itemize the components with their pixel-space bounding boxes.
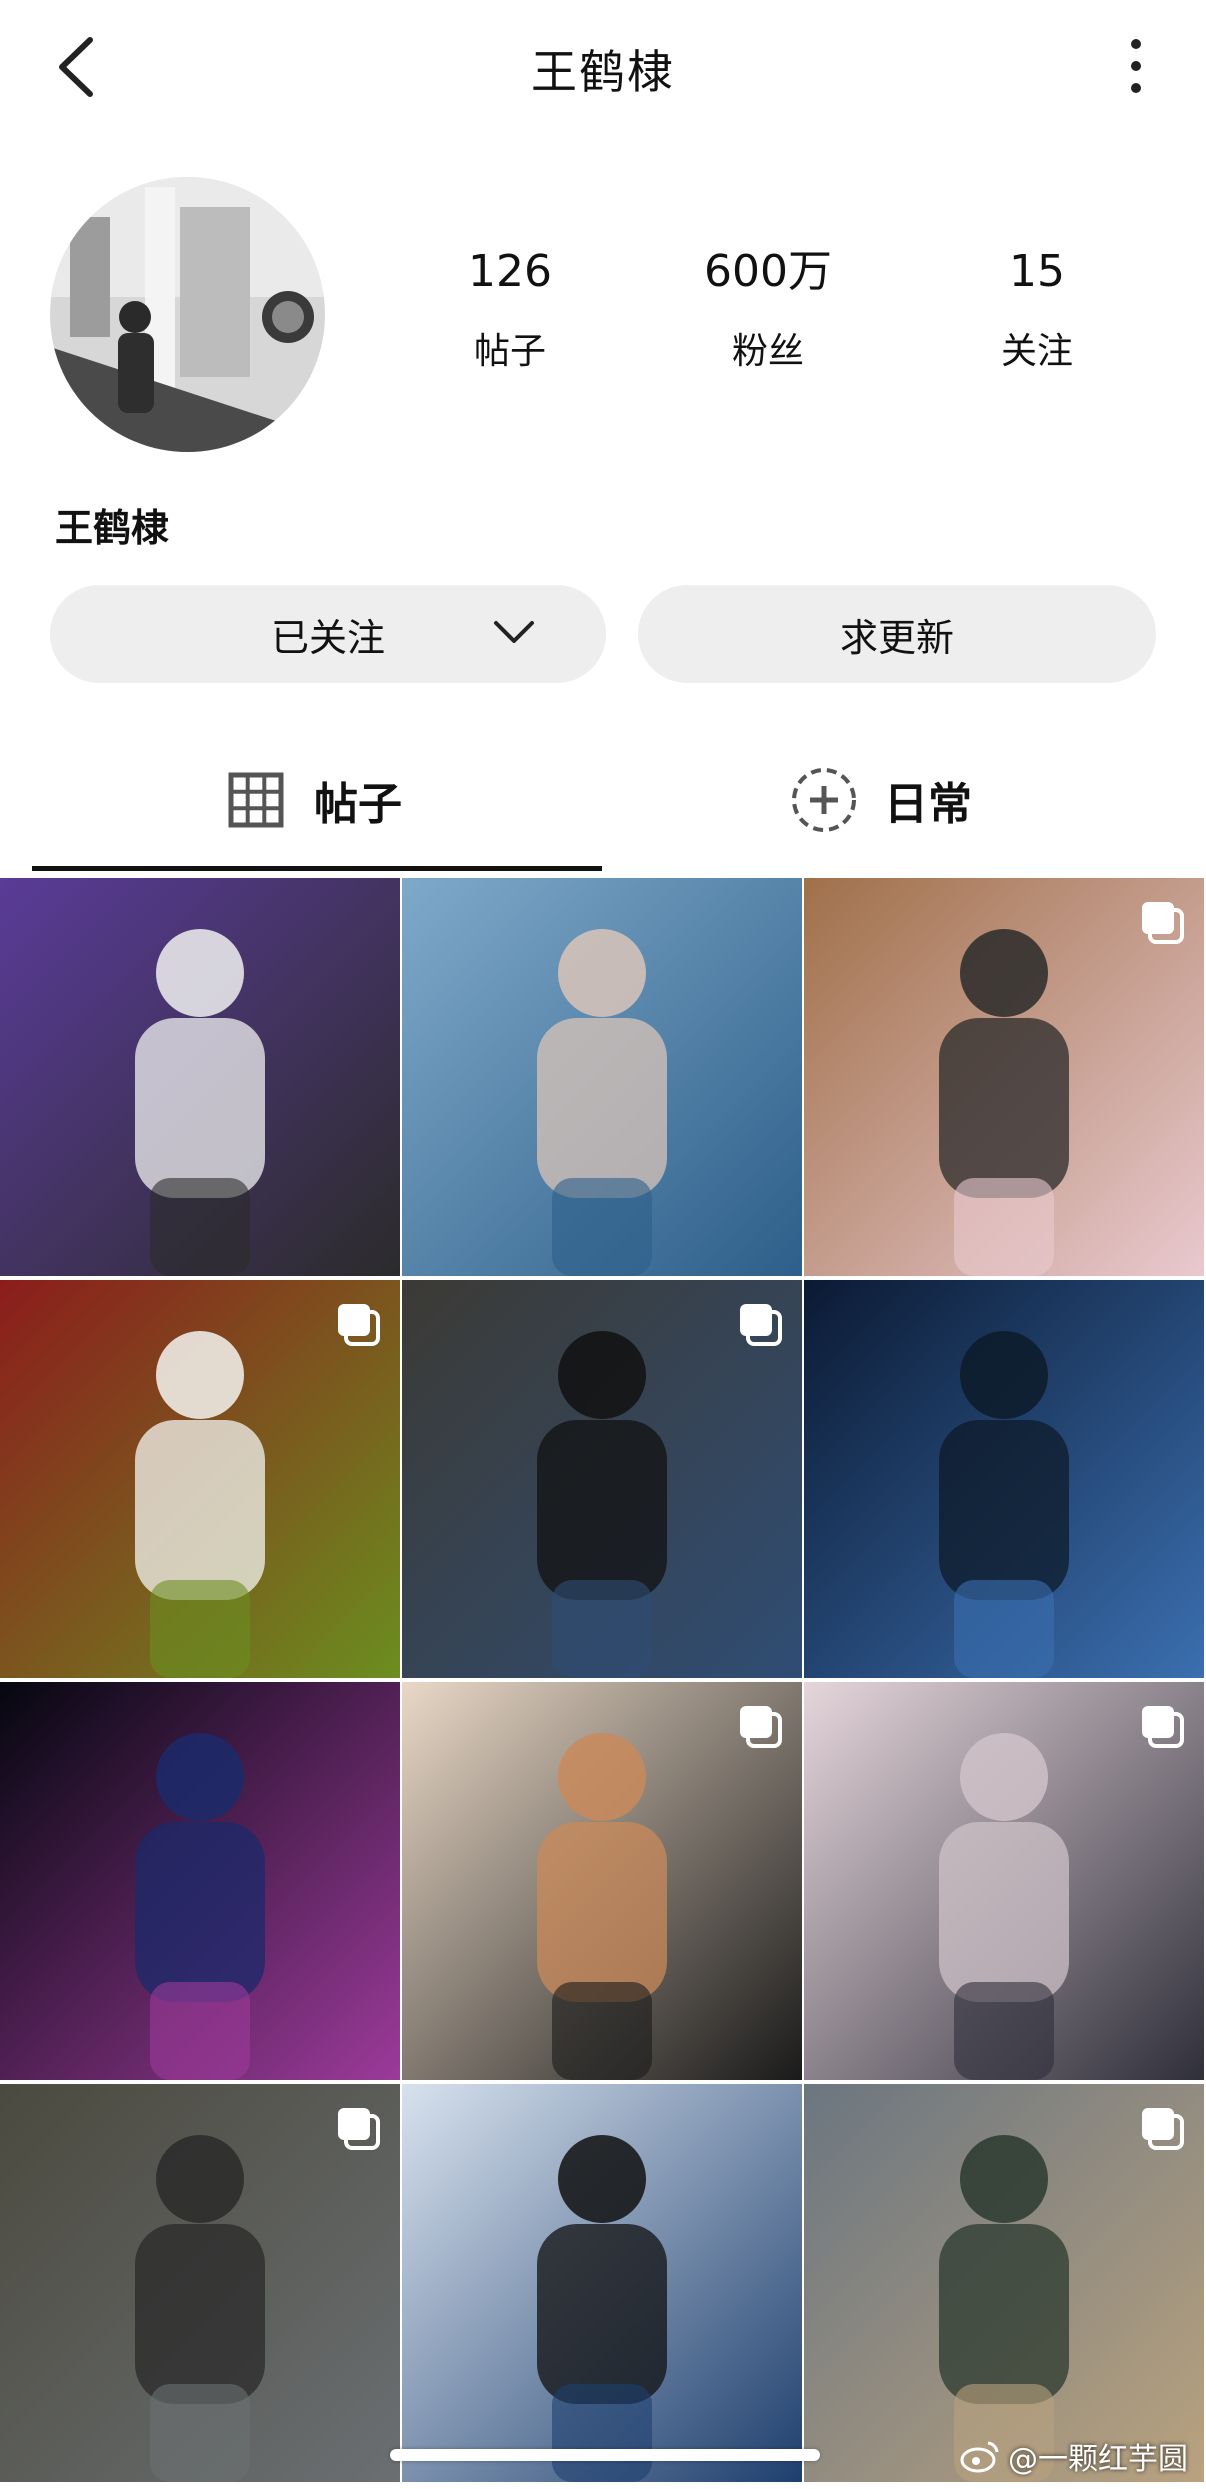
post-image: [0, 1682, 400, 2080]
post-thumbnail[interactable]: [402, 1280, 802, 1678]
active-tab-indicator: [32, 866, 602, 871]
following-button-label: 已关注: [270, 615, 385, 660]
post-thumbnail[interactable]: [0, 1682, 400, 2080]
avatar-image: [50, 177, 325, 452]
post-thumbnail[interactable]: [804, 1682, 1204, 2080]
weibo-logo-icon: [960, 2441, 999, 2473]
tab-daily[interactable]: 日常: [790, 750, 972, 850]
post-thumbnail[interactable]: [804, 1280, 1204, 1678]
stat-following-value: 15: [1009, 246, 1065, 297]
tab-posts-label: 帖子: [314, 779, 402, 830]
post-thumbnail[interactable]: [0, 2084, 400, 2482]
post-thumbnail[interactable]: [0, 878, 400, 1276]
request-update-button[interactable]: 求更新: [638, 585, 1156, 683]
stat-following[interactable]: 15 关注: [937, 250, 1137, 374]
multiple-images-icon: [740, 1304, 782, 1346]
profile-name: 王鹤棣: [55, 506, 170, 550]
post-thumbnail[interactable]: [0, 1280, 400, 1678]
post-image: [402, 2084, 802, 2482]
multiple-images-icon: [1142, 1706, 1184, 1748]
multiple-images-icon: [1142, 2108, 1184, 2150]
tab-daily-label: 日常: [884, 779, 972, 830]
stat-followers-value: 600万: [704, 246, 832, 297]
stat-followers-label: 粉丝: [731, 331, 804, 372]
post-thumbnail[interactable]: [402, 878, 802, 1276]
multiple-images-icon: [338, 2108, 380, 2150]
home-indicator[interactable]: [390, 2449, 820, 2461]
page-title: 王鹤棣: [531, 45, 675, 99]
post-image: [804, 1280, 1204, 1678]
top-bar: 王鹤棣: [0, 0, 1206, 140]
stat-followers[interactable]: 600万 粉丝: [668, 250, 868, 374]
avatar[interactable]: [50, 177, 325, 452]
chevron-down-icon: [494, 621, 534, 643]
stat-posts[interactable]: 126 帖子: [410, 250, 610, 374]
stat-following-label: 关注: [1000, 331, 1073, 372]
following-button[interactable]: 已关注: [50, 585, 606, 683]
tab-posts[interactable]: 帖子: [228, 750, 402, 850]
stat-posts-label: 帖子: [473, 331, 546, 372]
multiple-images-icon: [740, 1706, 782, 1748]
post-image: [0, 878, 400, 1276]
stat-posts-value: 126: [468, 246, 552, 297]
post-image: [402, 878, 802, 1276]
post-thumbnail[interactable]: [402, 1682, 802, 2080]
watermark-text: @一颗红芋圆: [1008, 2442, 1188, 2477]
post-thumbnail[interactable]: [804, 878, 1204, 1276]
grid-icon: [228, 772, 284, 828]
more-vertical-icon: [1131, 39, 1141, 93]
post-thumbnail[interactable]: [804, 2084, 1204, 2482]
multiple-images-icon: [338, 1304, 380, 1346]
post-thumbnail[interactable]: [402, 2084, 802, 2482]
add-circle-icon: [792, 768, 856, 832]
more-options-button[interactable]: [1116, 34, 1156, 98]
watermark: @一颗红芋圆: [960, 2434, 1188, 2478]
request-update-button-label: 求更新: [839, 615, 954, 660]
multiple-images-icon: [1142, 902, 1184, 944]
